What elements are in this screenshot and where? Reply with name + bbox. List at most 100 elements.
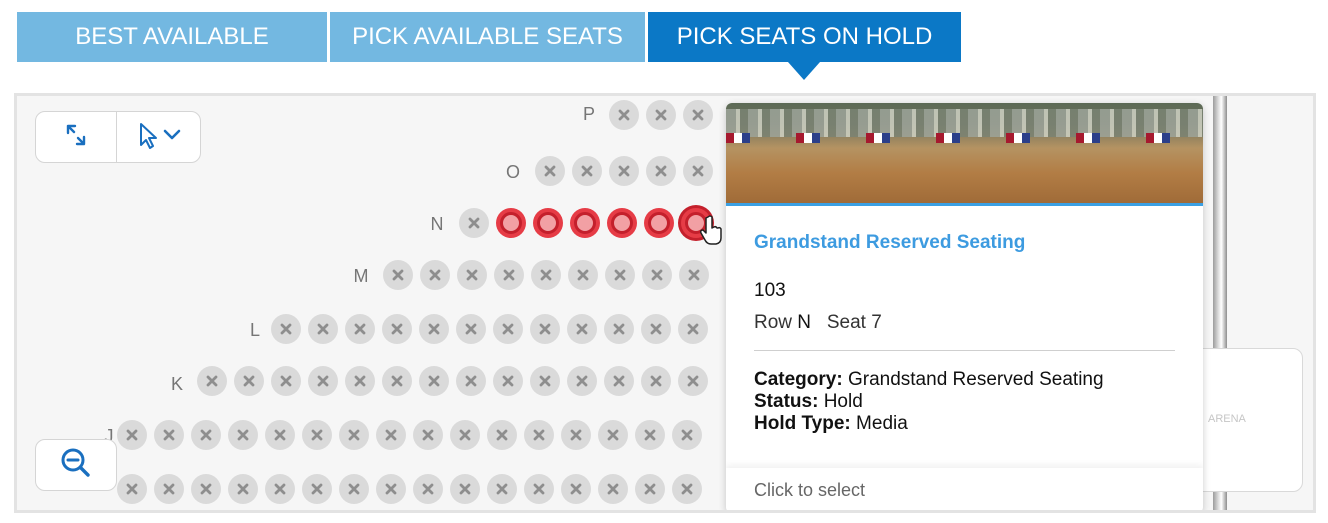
seat[interactable] [457, 260, 487, 290]
seat[interactable] [609, 100, 639, 130]
seat[interactable] [191, 420, 221, 450]
seat[interactable] [683, 156, 713, 186]
status-label: Status: [754, 391, 819, 412]
seat[interactable] [413, 474, 443, 504]
seat[interactable] [376, 420, 406, 450]
seat[interactable] [419, 366, 449, 396]
seat[interactable] [456, 366, 486, 396]
seat[interactable] [493, 366, 523, 396]
hand-pointer-icon [699, 214, 725, 251]
seat-info-popup[interactable]: Grandstand Reserved Seating 103 Row N Se… [726, 103, 1203, 510]
seat[interactable] [635, 420, 665, 450]
seat[interactable] [419, 314, 449, 344]
seat[interactable] [646, 100, 676, 130]
seat[interactable] [345, 366, 375, 396]
hold-type-label: Hold Type: [754, 413, 851, 434]
tab-pick-available-seats[interactable]: PICK AVAILABLE SEATS [330, 12, 645, 62]
seat[interactable] [678, 366, 708, 396]
seat[interactable] [382, 314, 412, 344]
seat[interactable] [459, 208, 489, 238]
seat[interactable] [641, 314, 671, 344]
seat[interactable] [228, 420, 258, 450]
seat[interactable] [271, 314, 301, 344]
seat[interactable] [679, 260, 709, 290]
seat[interactable] [572, 156, 602, 186]
seat[interactable] [228, 474, 258, 504]
seat[interactable] [339, 474, 369, 504]
seat[interactable] [605, 260, 635, 290]
seat[interactable] [191, 474, 221, 504]
seat[interactable] [567, 314, 597, 344]
zoom-out-button[interactable] [35, 439, 117, 491]
seat[interactable] [683, 100, 713, 130]
seat[interactable] [265, 420, 295, 450]
seat[interactable] [494, 260, 524, 290]
seat[interactable] [604, 314, 634, 344]
tab-label: PICK SEATS ON HOLD [676, 23, 933, 50]
seat[interactable] [493, 314, 523, 344]
hold-seat[interactable] [607, 208, 637, 238]
seat[interactable] [567, 366, 597, 396]
seat[interactable] [117, 420, 147, 450]
seat[interactable] [413, 420, 443, 450]
selection-mode-button[interactable] [117, 112, 200, 162]
seat[interactable] [561, 420, 591, 450]
seat[interactable] [420, 260, 450, 290]
seat[interactable] [302, 474, 332, 504]
expand-button[interactable] [36, 112, 118, 162]
seat[interactable] [561, 474, 591, 504]
seat[interactable] [487, 474, 517, 504]
seat[interactable] [376, 474, 406, 504]
seat[interactable] [308, 314, 338, 344]
seat[interactable] [154, 474, 184, 504]
seat[interactable] [568, 260, 598, 290]
seat[interactable] [234, 366, 264, 396]
seat[interactable] [678, 314, 708, 344]
tab-label: PICK AVAILABLE SEATS [352, 23, 623, 50]
seat[interactable] [530, 314, 560, 344]
seat[interactable] [345, 314, 375, 344]
seat-details: Category: Grandstand Reserved Seating St… [754, 369, 1203, 435]
seat[interactable] [609, 156, 639, 186]
seat[interactable] [672, 420, 702, 450]
seat[interactable] [672, 474, 702, 504]
seat[interactable] [646, 156, 676, 186]
seat[interactable] [531, 260, 561, 290]
hold-seat[interactable] [570, 208, 600, 238]
hold-seat[interactable] [496, 208, 526, 238]
seat[interactable] [598, 474, 628, 504]
tab-best-available[interactable]: BEST AVAILABLE [17, 12, 327, 62]
seat[interactable] [339, 420, 369, 450]
seat[interactable] [154, 420, 184, 450]
seat[interactable] [535, 156, 565, 186]
hold-seat[interactable] [644, 208, 674, 238]
row-label-m: M [353, 266, 369, 286]
seat[interactable] [524, 420, 554, 450]
row-label-l: L [249, 320, 260, 340]
category-line: Category: Grandstand Reserved Seating [754, 369, 1203, 391]
seat[interactable] [604, 366, 634, 396]
seat[interactable] [524, 474, 554, 504]
seat[interactable] [117, 474, 147, 504]
seat[interactable] [382, 366, 412, 396]
seat[interactable] [302, 420, 332, 450]
click-to-select[interactable]: Click to select [726, 468, 1203, 510]
hold-type-value: Media [856, 413, 908, 434]
seat[interactable] [641, 366, 671, 396]
seat[interactable] [265, 474, 295, 504]
seat[interactable] [308, 366, 338, 396]
seat[interactable] [635, 474, 665, 504]
seat[interactable] [487, 420, 517, 450]
seat[interactable] [450, 420, 480, 450]
hold-seat[interactable] [533, 208, 563, 238]
seat[interactable] [383, 260, 413, 290]
seat[interactable] [197, 366, 227, 396]
seat[interactable] [530, 366, 560, 396]
seat[interactable] [456, 314, 486, 344]
seat[interactable] [450, 474, 480, 504]
seat[interactable] [271, 366, 301, 396]
seat[interactable] [598, 420, 628, 450]
seat[interactable] [642, 260, 672, 290]
tab-pick-seats-on-hold[interactable]: PICK SEATS ON HOLD [648, 12, 961, 80]
seat-map[interactable]: P O N M L K J ARENA Grandstand Reserved … [14, 93, 1316, 513]
